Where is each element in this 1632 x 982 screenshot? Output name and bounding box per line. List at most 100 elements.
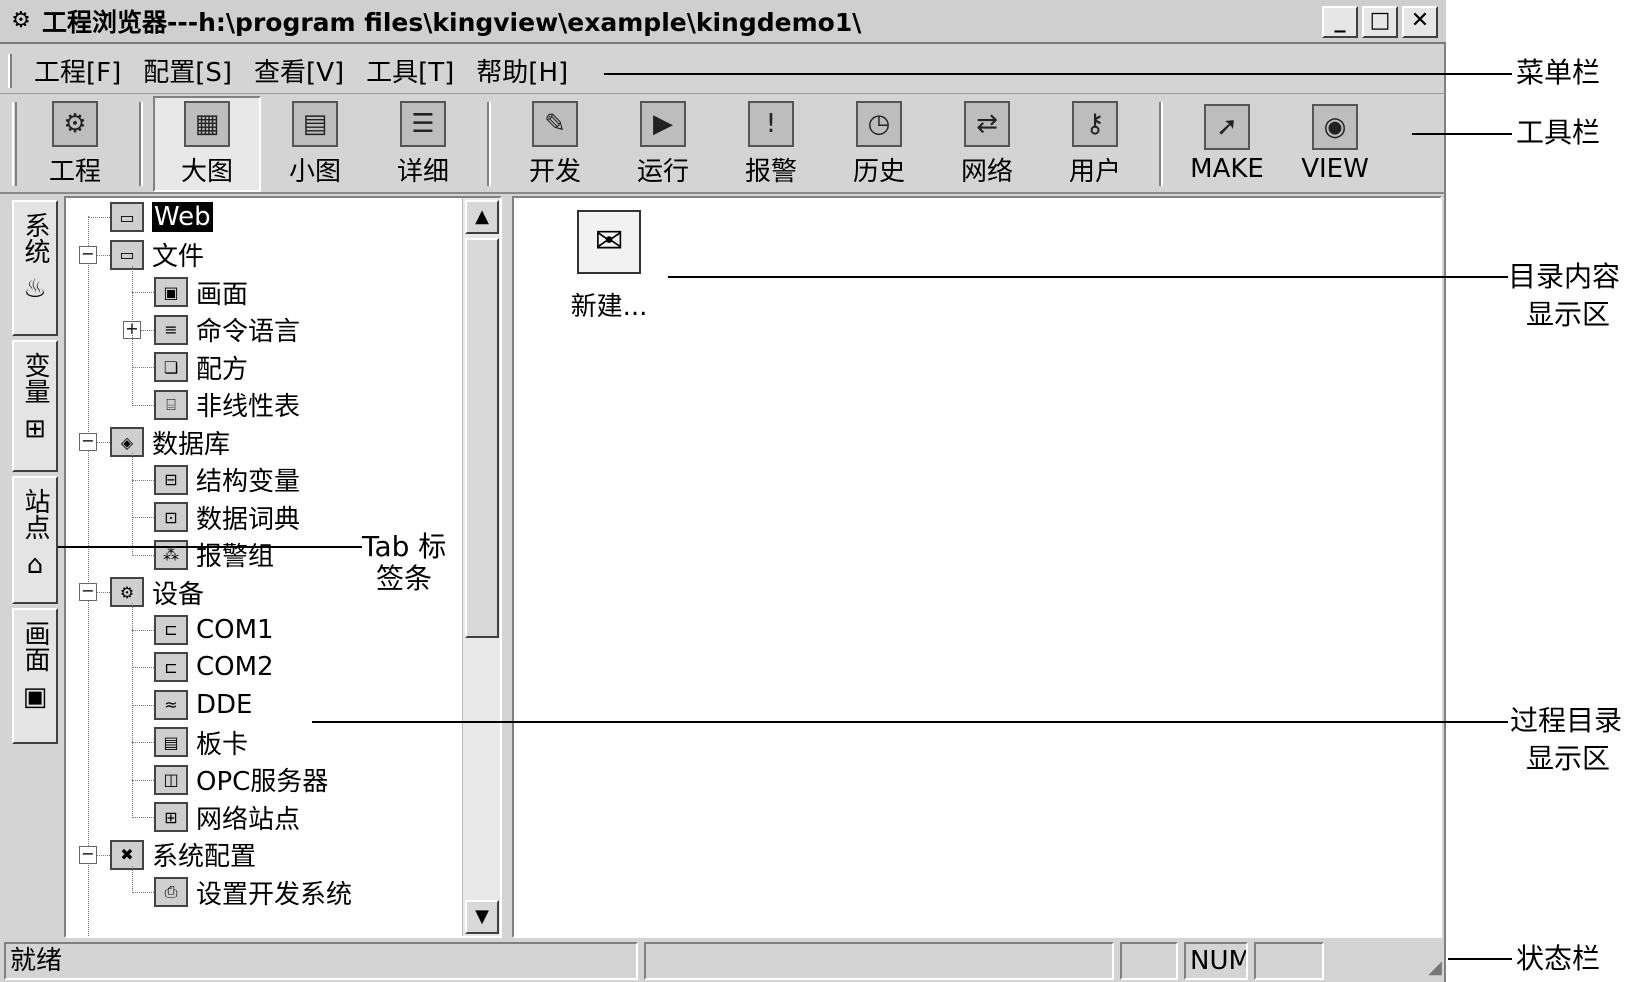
tree-item-label: 设置开发系统 bbox=[196, 879, 353, 910]
tree-item-label: 非线性表 bbox=[196, 392, 301, 422]
menu-view[interactable]: 查看[V] bbox=[254, 52, 344, 89]
menu-project[interactable]: 工程[F] bbox=[34, 52, 121, 89]
status-panel-5 bbox=[1254, 942, 1324, 980]
tree-item[interactable]: ⊟ 结构变量 bbox=[154, 461, 300, 499]
new-item-icon: ✉ bbox=[577, 210, 641, 274]
toolbar-button-develop[interactable]: ✎ 开发 bbox=[501, 96, 609, 192]
network-station-icon: ⊞ bbox=[154, 802, 188, 832]
num-indicator: NUM bbox=[1184, 942, 1248, 980]
tree-guide-line bbox=[132, 453, 133, 556]
tree-item-label: 板卡 bbox=[196, 729, 249, 760]
tab-variable[interactable]: 变量 ⊞ bbox=[12, 340, 58, 472]
alarm-group-icon: ⁂ bbox=[154, 539, 188, 570]
tree-item[interactable]: ⊞ 网络站点 bbox=[154, 798, 300, 836]
tree-guide-line bbox=[132, 667, 154, 668]
directory-content-panel: ✉ 新建... bbox=[512, 196, 1442, 938]
tree-guide-line bbox=[132, 265, 133, 406]
tree-item[interactable]: ⊡ 数据词典 bbox=[154, 498, 300, 536]
toolbar-button-label: 大图 bbox=[180, 156, 233, 187]
status-bar: 就绪 NUM ◢ bbox=[0, 940, 1446, 982]
collapse-toggle[interactable]: − bbox=[79, 583, 97, 601]
toolbar-button-make[interactable]: ➚ MAKE bbox=[1173, 96, 1281, 192]
tree-item[interactable]: ◈ 数据库 bbox=[110, 423, 230, 461]
tree-item[interactable]: ◫ OPC服务器 bbox=[154, 761, 328, 799]
callout-line-process bbox=[312, 721, 1508, 723]
tab-label: 变量 bbox=[20, 352, 50, 404]
tree-item-label: Web bbox=[152, 202, 213, 232]
scroll-thumb[interactable] bbox=[465, 238, 499, 638]
tree-guide-line bbox=[132, 817, 154, 818]
tree-item[interactable]: ▣ 画面 bbox=[154, 273, 248, 311]
command-language-icon: ≡ bbox=[154, 314, 188, 345]
toolbar-button-network[interactable]: ⇄ 网络 bbox=[933, 96, 1041, 192]
web-folder-icon: ▭ bbox=[110, 202, 144, 232]
menu-config[interactable]: 配置[S] bbox=[143, 52, 232, 89]
menu-tools[interactable]: 工具[T] bbox=[366, 52, 454, 89]
toolbar-separator bbox=[139, 102, 143, 186]
toolbar-button-smalls-icon[interactable]: ▤ 小图 bbox=[261, 96, 369, 192]
tree-item-label: DDE bbox=[196, 689, 253, 720]
user-key-icon: ⚷ bbox=[1072, 100, 1118, 147]
collapse-toggle[interactable]: − bbox=[79, 433, 97, 451]
toolbar-button-history[interactable]: ◷ 历史 bbox=[825, 96, 933, 192]
tab-strip: 系统 ♨ 变量 ⊞ 站点 ⌂ 画面 ▣ bbox=[0, 196, 62, 938]
scroll-up-button[interactable]: ▲ bbox=[465, 200, 499, 234]
callout-line-toolbar bbox=[1412, 133, 1512, 135]
toolbar-button-label: 开发 bbox=[528, 156, 581, 187]
tree-item[interactable]: ⎙ 设置开发系统 bbox=[154, 873, 352, 911]
tree-item[interactable]: ≈ DDE bbox=[154, 686, 252, 724]
data-dictionary-icon: ⊡ bbox=[154, 502, 188, 532]
collapse-toggle[interactable]: − bbox=[79, 845, 97, 864]
small-icons-icon: ▤ bbox=[292, 100, 338, 147]
tab-screen[interactable]: 画面 ▣ bbox=[12, 608, 58, 744]
tree-guide-line bbox=[132, 292, 154, 293]
run-icon: ▶ bbox=[640, 100, 686, 147]
tree-item[interactable]: ⚙ 设备 bbox=[110, 573, 204, 611]
scroll-down-button[interactable]: ▼ bbox=[465, 900, 499, 934]
tree-scrollbar[interactable]: ▲ ▼ bbox=[462, 198, 500, 936]
tree-item-label: 文件 bbox=[152, 242, 205, 272]
tree-item[interactable]: ▭ 文件 bbox=[110, 236, 204, 274]
toolbar-grip bbox=[12, 102, 17, 186]
new-item[interactable]: ✉ 新建... bbox=[554, 210, 664, 323]
toolbar-button-view[interactable]: ◉ VIEW bbox=[1281, 96, 1389, 192]
close-button[interactable]: ✕ bbox=[1402, 6, 1438, 38]
tab-station[interactable]: 站点 ⌂ bbox=[12, 476, 58, 604]
tree-guide-line bbox=[132, 742, 154, 743]
tree-guide-line bbox=[88, 217, 110, 218]
toolbar-button-larges-icon[interactable]: ▦ 大图 bbox=[153, 96, 261, 192]
toolbar-button-run[interactable]: ▶ 运行 bbox=[609, 96, 717, 192]
tree-item[interactable]: ▤ 板卡 bbox=[154, 723, 248, 761]
minimize-button[interactable]: _ bbox=[1322, 6, 1358, 38]
collapse-toggle[interactable]: − bbox=[79, 245, 97, 264]
toolbar-button-details[interactable]: ☰ 详细 bbox=[369, 96, 477, 192]
struct-variable-icon: ⊟ bbox=[154, 464, 188, 495]
toolbar-button-user-key[interactable]: ⚷ 用户 bbox=[1041, 96, 1149, 192]
callout-menubar: 菜单栏 bbox=[1516, 56, 1601, 89]
tab-label: 画面 bbox=[20, 620, 50, 672]
dde-icon: ≈ bbox=[154, 689, 188, 720]
history-icon: ◷ bbox=[856, 100, 902, 147]
tree-item[interactable]: ⌸ 非线性表 bbox=[154, 386, 300, 424]
system-tab-icon: ♨ bbox=[23, 274, 47, 304]
toolbar-button-label: VIEW bbox=[1301, 154, 1369, 184]
screen-icon: ▣ bbox=[154, 277, 188, 307]
maximize-button[interactable]: □ bbox=[1362, 6, 1398, 38]
tree-item[interactable]: ⊏ COM2 bbox=[154, 648, 274, 686]
tree-item-label: 数据库 bbox=[152, 429, 231, 460]
tree-item[interactable]: ≡ 命令语言 bbox=[154, 311, 300, 349]
resize-grip-icon[interactable]: ◢ bbox=[1428, 957, 1442, 978]
toolbar-button-alarm[interactable]: ! 报警 bbox=[717, 96, 825, 192]
menu-help[interactable]: 帮助[H] bbox=[476, 52, 568, 89]
tree-item-label: 配方 bbox=[196, 354, 249, 385]
tree-item[interactable]: ⁂ 报警组 bbox=[154, 536, 274, 574]
tab-system[interactable]: 系统 ♨ bbox=[12, 200, 58, 336]
tree-item[interactable]: ▭ Web bbox=[110, 198, 213, 236]
tree-item[interactable]: ❏ 配方 bbox=[154, 348, 248, 386]
make-icon: ➚ bbox=[1204, 104, 1250, 150]
station-tab-icon: ⌂ bbox=[26, 550, 44, 580]
toolbar-button-project[interactable]: ⚙ 工程 bbox=[21, 96, 129, 192]
tree-guide-line bbox=[132, 367, 154, 368]
tree-item[interactable]: ⊏ COM1 bbox=[154, 611, 274, 649]
tree-item-label: 报警组 bbox=[196, 542, 275, 572]
